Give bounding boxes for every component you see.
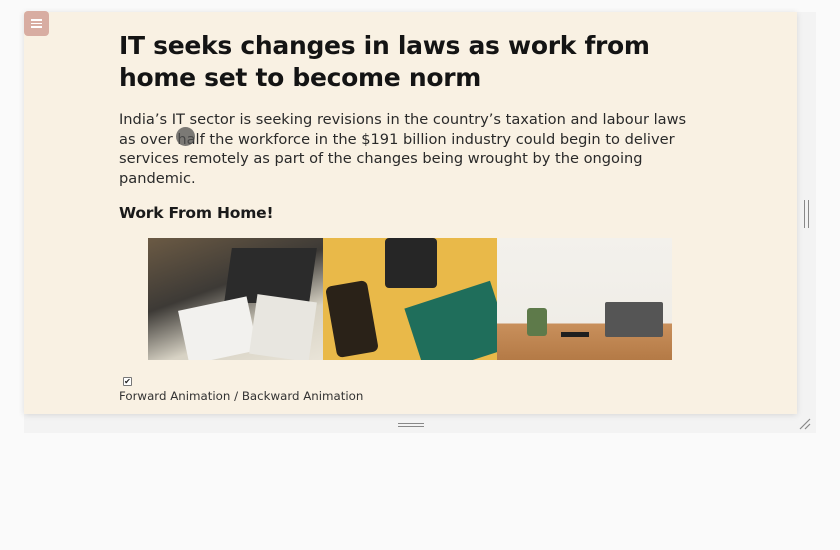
phone-cutting-mat-photo [322,238,498,360]
forward-animation-link[interactable]: Forward Animation [119,389,230,403]
desk-books-photo [148,238,323,360]
article-title: IT seeks changes in laws as work from ho… [119,31,650,92]
corner-resize-grip-icon[interactable] [798,417,812,431]
animation-links: Forward Animation / Backward Animation [119,389,363,403]
photo-strip [148,238,673,360]
pointer-cursor-icon [176,127,195,146]
animation-separator: / [230,389,242,403]
article-subheading: Work From Home! [119,204,274,222]
article-lead: India’s IT sector is seeking revisions i… [119,111,687,188]
backward-animation-link[interactable]: Backward Animation [242,389,364,403]
workspace-laptop-photo [497,238,673,360]
menu-button[interactable] [24,11,49,36]
vertical-resize-handle[interactable] [804,200,809,228]
horizontal-resize-handle[interactable] [398,423,424,427]
hamburger-icon [31,19,42,28]
animation-checkbox[interactable]: ✔ [123,377,132,386]
